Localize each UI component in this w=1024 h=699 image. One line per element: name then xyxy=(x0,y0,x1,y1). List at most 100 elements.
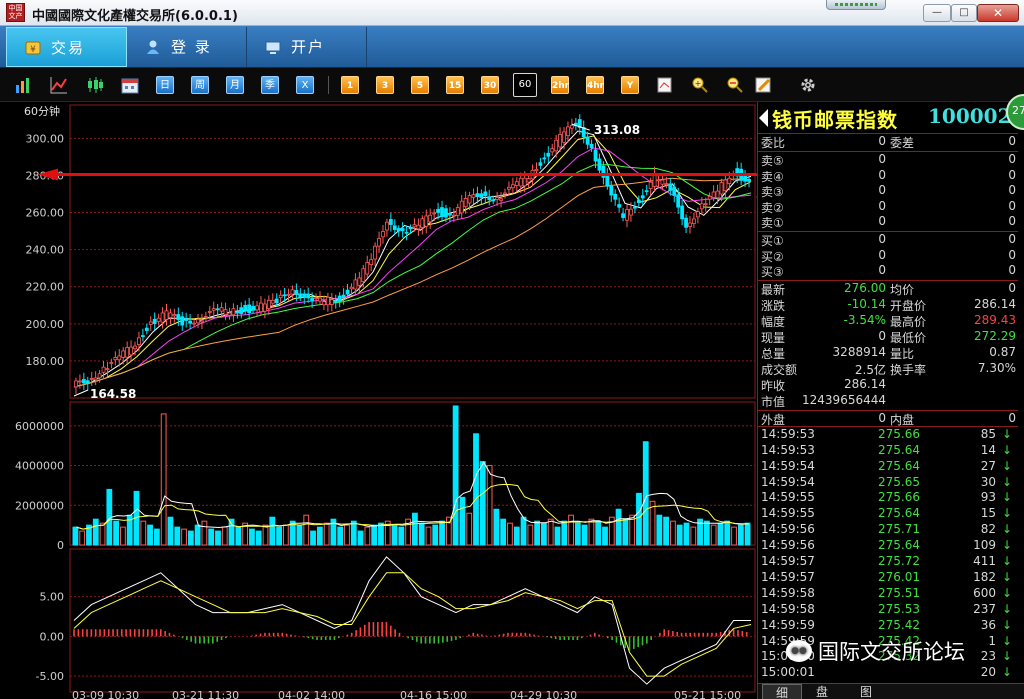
tick-price: 275.53 xyxy=(878,601,920,616)
sell-price: 0 xyxy=(878,167,886,182)
chart-area[interactable]: 60分钟180.00200.00220.00240.00260.00280.00… xyxy=(0,102,757,699)
candle-body xyxy=(294,290,299,295)
volume-bar xyxy=(703,520,710,546)
candle-body xyxy=(223,309,228,315)
candle-body xyxy=(554,139,559,152)
high-annotation: 313.08 xyxy=(594,123,640,137)
period-year-button[interactable]: Y xyxy=(621,76,639,94)
sell-row[interactable]: 卖② 0 0 xyxy=(758,199,1018,215)
collapse-arrow-icon[interactable] xyxy=(759,109,768,127)
sell-row[interactable]: 卖⑤ 0 0 xyxy=(758,152,1018,168)
candle-body xyxy=(695,211,700,218)
candle-body xyxy=(727,177,732,184)
tab-detail[interactable]: 细 xyxy=(762,684,802,699)
sell-volume: 0 xyxy=(1008,214,1016,229)
candle-body xyxy=(274,298,279,304)
period-x-button[interactable]: X xyxy=(296,76,314,94)
down-arrow-icon: ↓ xyxy=(1001,490,1012,505)
instrument-name: 钱币邮票指数 xyxy=(772,108,898,132)
nav-tab-open-account[interactable]: 开户 xyxy=(247,27,367,67)
period-30min-button[interactable]: 30 xyxy=(481,76,499,94)
tick-row: 14:59:57 275.72 411 ↓ xyxy=(758,554,1018,570)
nav-tab-trade[interactable]: ¥ 交易 xyxy=(6,27,127,67)
buy-row[interactable]: 买② 0 0 xyxy=(758,248,1018,264)
period-month-button[interactable]: 月 xyxy=(226,76,244,94)
candle-body xyxy=(566,126,570,137)
candle-body xyxy=(703,203,708,206)
sell-volume: 0 xyxy=(1008,167,1016,182)
candlestick-icon[interactable] xyxy=(86,76,104,94)
sell-row[interactable]: 卖③ 0 0 xyxy=(758,183,1018,199)
period-quarter-button[interactable]: 季 xyxy=(261,76,279,94)
candle-body xyxy=(349,286,354,290)
buy-row[interactable]: 买③ 0 0 xyxy=(758,263,1018,279)
tick-time: 14:59:59 xyxy=(761,617,815,632)
time-axis-label: 03-21 11:30 xyxy=(172,689,239,699)
volume-bar xyxy=(269,516,276,546)
period-5min-button[interactable]: 5 xyxy=(411,76,429,94)
down-arrow-icon: ↓ xyxy=(1001,474,1012,489)
maximize-button[interactable]: □ xyxy=(951,4,977,22)
tick-price: 275.65 xyxy=(878,474,920,489)
close-button[interactable]: ✕ xyxy=(977,4,1019,22)
period-week-button[interactable]: 周 xyxy=(191,76,209,94)
pencil-icon[interactable] xyxy=(755,76,773,94)
candle-body xyxy=(89,377,94,380)
period-4hr-button[interactable]: 4hr xyxy=(586,76,604,94)
toolbar-divider xyxy=(328,76,329,94)
candle-body xyxy=(168,312,173,319)
sell-row[interactable]: 卖① 0 0 xyxy=(758,214,1018,230)
period-3min-button[interactable]: 3 xyxy=(376,76,394,94)
tick-time: 14:59:53 xyxy=(761,442,815,457)
candle-body xyxy=(270,299,275,304)
quote-tabs: 细 盘 图 xyxy=(758,683,1024,699)
chart-canvas[interactable]: 60分钟180.00200.00220.00240.00260.00280.00… xyxy=(0,102,757,699)
volume-bar xyxy=(493,508,500,546)
line-chart-icon[interactable] xyxy=(50,76,68,94)
drawing-icon[interactable] xyxy=(656,76,674,94)
period-60min-button[interactable]: 60 xyxy=(513,73,537,97)
period-15min-button[interactable]: 15 xyxy=(446,76,464,94)
zoom-in-icon[interactable]: + xyxy=(691,76,709,94)
period-day-button[interactable]: 日 xyxy=(156,76,174,94)
candle-body xyxy=(593,149,598,162)
stat-value: -10.14 xyxy=(847,296,886,311)
tab-chart[interactable]: 图 xyxy=(846,684,886,699)
candle-body xyxy=(176,314,181,320)
candle-body xyxy=(369,259,374,265)
stat-row: 市值 12439656444 xyxy=(758,393,1018,409)
calendar-icon[interactable] xyxy=(121,76,139,94)
down-arrow-icon: ↓ xyxy=(1001,522,1012,537)
bar-chart-icon[interactable] xyxy=(14,76,32,94)
minimize-button[interactable]: — xyxy=(923,4,951,22)
period-2hr-button[interactable]: 2hr xyxy=(551,76,569,94)
candle-body xyxy=(200,320,204,323)
candle-body xyxy=(684,217,688,228)
nav-tab-login[interactable]: 登 录 xyxy=(127,27,247,67)
sell-row[interactable]: 卖④ 0 0 xyxy=(758,168,1018,184)
tab-orderbook[interactable]: 盘 xyxy=(802,684,842,699)
volume-bar xyxy=(282,524,289,546)
volume-bar xyxy=(412,512,418,546)
buy-row[interactable]: 买① 0 0 xyxy=(758,232,1018,248)
candle-body xyxy=(715,190,720,199)
buy-level-label: 买② xyxy=(761,249,784,264)
stat-value-2: 7.30% xyxy=(977,360,1016,375)
candle-body xyxy=(625,209,629,221)
volume-bar xyxy=(425,526,432,546)
candle-body xyxy=(451,214,456,217)
gear-icon[interactable] xyxy=(799,76,817,94)
volume-bar xyxy=(636,492,642,546)
stat-value: 2.5亿 xyxy=(854,362,886,377)
signal-strength-indicator xyxy=(826,0,886,10)
volume-bar xyxy=(187,530,194,546)
sell-price: 0 xyxy=(878,152,886,166)
zoom-out-icon[interactable] xyxy=(726,76,744,94)
candle-body xyxy=(310,297,315,302)
period-1min-button[interactable]: 1 xyxy=(341,76,359,94)
candle-body xyxy=(668,183,673,191)
instrument-code: 100002 xyxy=(928,104,1012,128)
tick-row: 14:59:58 275.51 600 ↓ xyxy=(758,586,1018,602)
buy-volume: 0 xyxy=(1008,232,1016,246)
tick-time: 14:59:56 xyxy=(761,538,815,553)
